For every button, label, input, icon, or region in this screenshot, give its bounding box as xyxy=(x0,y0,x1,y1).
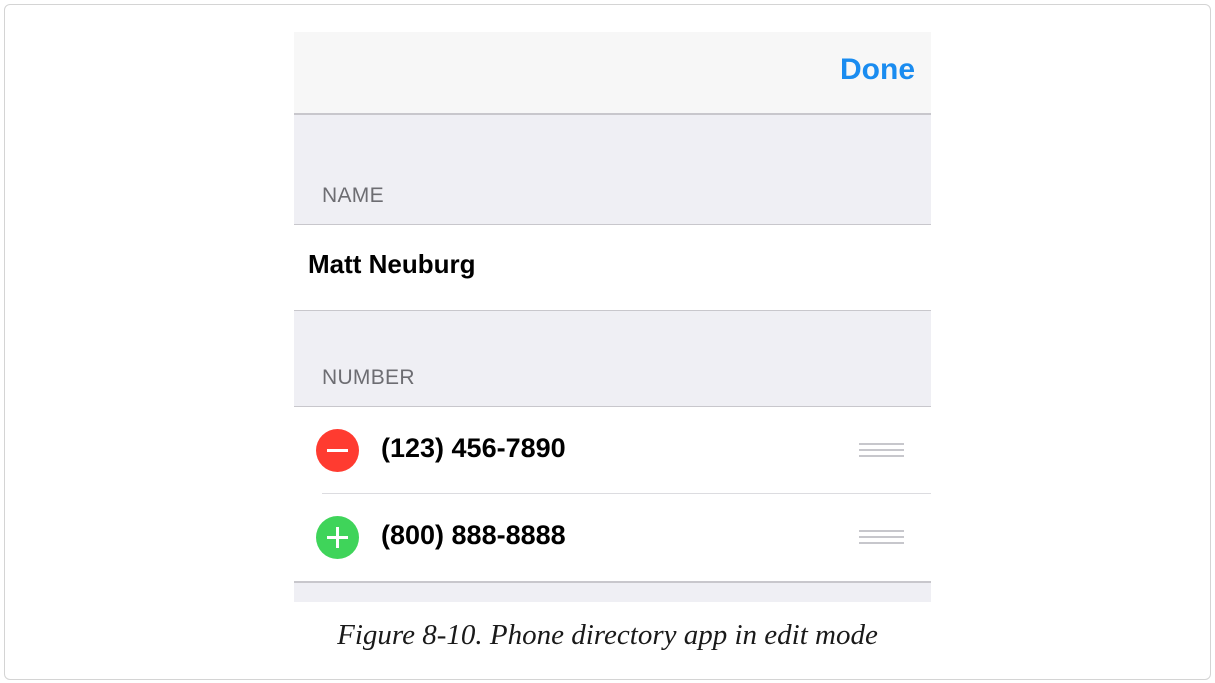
navigation-bar: Done xyxy=(294,32,931,115)
add-circle-icon[interactable] xyxy=(316,516,359,559)
section-header-number: NUMBER xyxy=(322,366,415,389)
reorder-handle-icon[interactable] xyxy=(859,443,904,457)
phone-number: (800) 888-8888 xyxy=(381,520,566,550)
figure-caption: Figure 8-10. Phone directory app in edit… xyxy=(337,619,878,651)
table-row[interactable]: (800) 888-8888 xyxy=(294,494,931,583)
phone-number: (123) 456-7890 xyxy=(381,433,566,463)
done-button[interactable]: Done xyxy=(840,52,915,88)
name-cell[interactable]: Matt Neuburg xyxy=(294,224,931,311)
section-header-name: NAME xyxy=(322,184,384,207)
phone-screen: Done NAME Matt Neuburg NUMBER (123) 456-… xyxy=(294,32,931,602)
remove-circle-icon[interactable] xyxy=(316,429,359,472)
reorder-handle-icon[interactable] xyxy=(859,530,904,544)
contact-name: Matt Neuburg xyxy=(308,249,476,279)
table-row[interactable]: (123) 456-7890 xyxy=(294,406,931,494)
